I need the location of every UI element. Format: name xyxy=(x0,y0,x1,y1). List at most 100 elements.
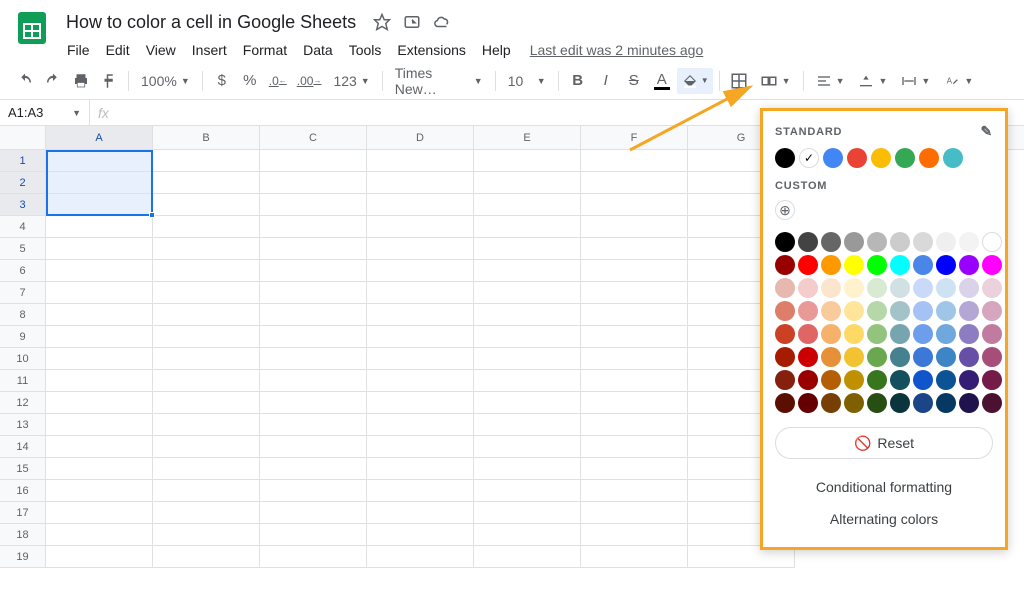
row-header[interactable]: 16 xyxy=(0,480,46,502)
cell[interactable] xyxy=(46,480,153,502)
color-swatch[interactable] xyxy=(821,278,841,298)
color-swatch[interactable] xyxy=(959,393,979,413)
cell[interactable] xyxy=(153,216,260,238)
cell[interactable] xyxy=(367,524,474,546)
cell[interactable] xyxy=(260,392,367,414)
color-swatch[interactable] xyxy=(844,324,864,344)
cell[interactable] xyxy=(474,458,581,480)
cell[interactable] xyxy=(260,458,367,480)
row-header[interactable]: 2 xyxy=(0,172,46,194)
cell[interactable] xyxy=(581,282,688,304)
cell[interactable] xyxy=(260,216,367,238)
select-all-corner[interactable] xyxy=(0,126,46,149)
menu-edit[interactable]: Edit xyxy=(99,38,137,62)
cell[interactable] xyxy=(367,150,474,172)
color-swatch[interactable] xyxy=(936,347,956,367)
last-edit-link[interactable]: Last edit was 2 minutes ago xyxy=(530,42,704,58)
cell[interactable] xyxy=(474,260,581,282)
color-swatch[interactable] xyxy=(871,148,891,168)
cell[interactable] xyxy=(260,194,367,216)
cell[interactable] xyxy=(153,194,260,216)
row-header[interactable]: 13 xyxy=(0,414,46,436)
cell[interactable] xyxy=(153,392,260,414)
color-swatch[interactable] xyxy=(936,232,956,252)
borders-button[interactable] xyxy=(726,68,752,94)
rotate-dropdown[interactable]: A▼ xyxy=(938,68,979,94)
cloud-icon[interactable] xyxy=(432,12,452,32)
row-header[interactable]: 10 xyxy=(0,348,46,370)
color-swatch[interactable]: ✓ xyxy=(799,148,819,168)
cell[interactable] xyxy=(153,282,260,304)
color-swatch[interactable] xyxy=(821,232,841,252)
color-swatch[interactable] xyxy=(890,324,910,344)
color-swatch[interactable] xyxy=(959,232,979,252)
cell[interactable] xyxy=(581,238,688,260)
cell[interactable] xyxy=(474,194,581,216)
row-header[interactable]: 14 xyxy=(0,436,46,458)
row-header[interactable]: 19 xyxy=(0,546,46,568)
color-swatch[interactable] xyxy=(890,232,910,252)
selection-handle[interactable] xyxy=(149,212,155,218)
color-swatch[interactable] xyxy=(890,255,910,275)
color-swatch[interactable] xyxy=(775,255,795,275)
cell[interactable] xyxy=(474,150,581,172)
color-swatch[interactable] xyxy=(775,278,795,298)
color-swatch[interactable] xyxy=(867,278,887,298)
cell[interactable] xyxy=(581,392,688,414)
cell[interactable] xyxy=(260,348,367,370)
cell[interactable] xyxy=(46,436,153,458)
cell[interactable] xyxy=(153,436,260,458)
color-swatch[interactable] xyxy=(821,255,841,275)
color-swatch[interactable] xyxy=(982,278,1002,298)
bold-button[interactable]: B xyxy=(565,68,591,94)
row-header[interactable]: 18 xyxy=(0,524,46,546)
color-swatch[interactable] xyxy=(959,301,979,321)
cell[interactable] xyxy=(367,326,474,348)
color-swatch[interactable] xyxy=(913,232,933,252)
increase-decimal-button[interactable]: .00→ xyxy=(293,68,326,94)
color-swatch[interactable] xyxy=(821,301,841,321)
cell[interactable] xyxy=(260,480,367,502)
cell[interactable] xyxy=(153,304,260,326)
color-swatch[interactable] xyxy=(913,393,933,413)
cell[interactable] xyxy=(46,524,153,546)
row-header[interactable]: 15 xyxy=(0,458,46,480)
menu-data[interactable]: Data xyxy=(296,38,340,62)
cell[interactable] xyxy=(260,370,367,392)
cell[interactable] xyxy=(367,216,474,238)
h-align-dropdown[interactable]: ▼ xyxy=(810,68,851,94)
cell[interactable] xyxy=(474,304,581,326)
color-swatch[interactable] xyxy=(936,370,956,390)
cell[interactable] xyxy=(367,260,474,282)
color-swatch[interactable] xyxy=(798,278,818,298)
cell[interactable] xyxy=(367,370,474,392)
reset-button[interactable]: 🚫 Reset xyxy=(775,427,993,459)
color-swatch[interactable] xyxy=(775,370,795,390)
cell[interactable] xyxy=(474,502,581,524)
cell[interactable] xyxy=(153,238,260,260)
cell[interactable] xyxy=(153,260,260,282)
color-swatch[interactable] xyxy=(936,393,956,413)
cell[interactable] xyxy=(367,546,474,568)
currency-button[interactable]: $ xyxy=(209,68,235,94)
color-swatch[interactable] xyxy=(959,347,979,367)
cell[interactable] xyxy=(46,216,153,238)
color-swatch[interactable] xyxy=(982,347,1002,367)
cell[interactable] xyxy=(46,392,153,414)
cell[interactable] xyxy=(581,546,688,568)
color-swatch[interactable] xyxy=(890,278,910,298)
cell[interactable] xyxy=(153,326,260,348)
undo-button[interactable] xyxy=(12,68,38,94)
add-custom-color-button[interactable]: ⊕ xyxy=(775,200,795,220)
cell[interactable] xyxy=(581,458,688,480)
cell[interactable] xyxy=(367,502,474,524)
cell[interactable] xyxy=(474,546,581,568)
color-swatch[interactable] xyxy=(844,232,864,252)
cell[interactable] xyxy=(153,370,260,392)
cell[interactable] xyxy=(367,458,474,480)
color-swatch[interactable] xyxy=(798,370,818,390)
color-swatch[interactable] xyxy=(798,347,818,367)
color-swatch[interactable] xyxy=(867,301,887,321)
fill-color-button[interactable]: ▼ xyxy=(677,68,713,94)
cell[interactable] xyxy=(46,546,153,568)
